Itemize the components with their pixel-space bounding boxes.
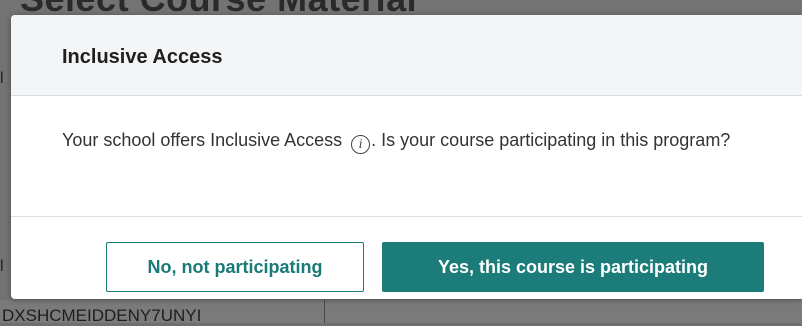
background-fragment: l [0, 258, 4, 275]
background-fragment: l [0, 70, 4, 87]
background-divider [324, 300, 325, 323]
inclusive-access-dialog: Inclusive Access Your school offers Incl… [11, 15, 802, 299]
modal-footer-divider [11, 216, 802, 217]
participating-button[interactable]: Yes, this course is participating [382, 242, 764, 292]
modal-body-text: Your school offers Inclusive Access i. I… [62, 123, 782, 157]
modal-header: Inclusive Access [11, 15, 802, 96]
modal-body-text-start: Your school offers Inclusive Access [62, 130, 348, 150]
not-participating-button[interactable]: No, not participating [106, 242, 364, 292]
info-icon[interactable]: i [351, 135, 371, 154]
modal-title: Inclusive Access [62, 46, 223, 68]
modal-body-text-end: . Is your course participating in this p… [371, 130, 731, 150]
background-bottom-text: DXSHCMEIDDENY7UNYI [2, 306, 202, 325]
